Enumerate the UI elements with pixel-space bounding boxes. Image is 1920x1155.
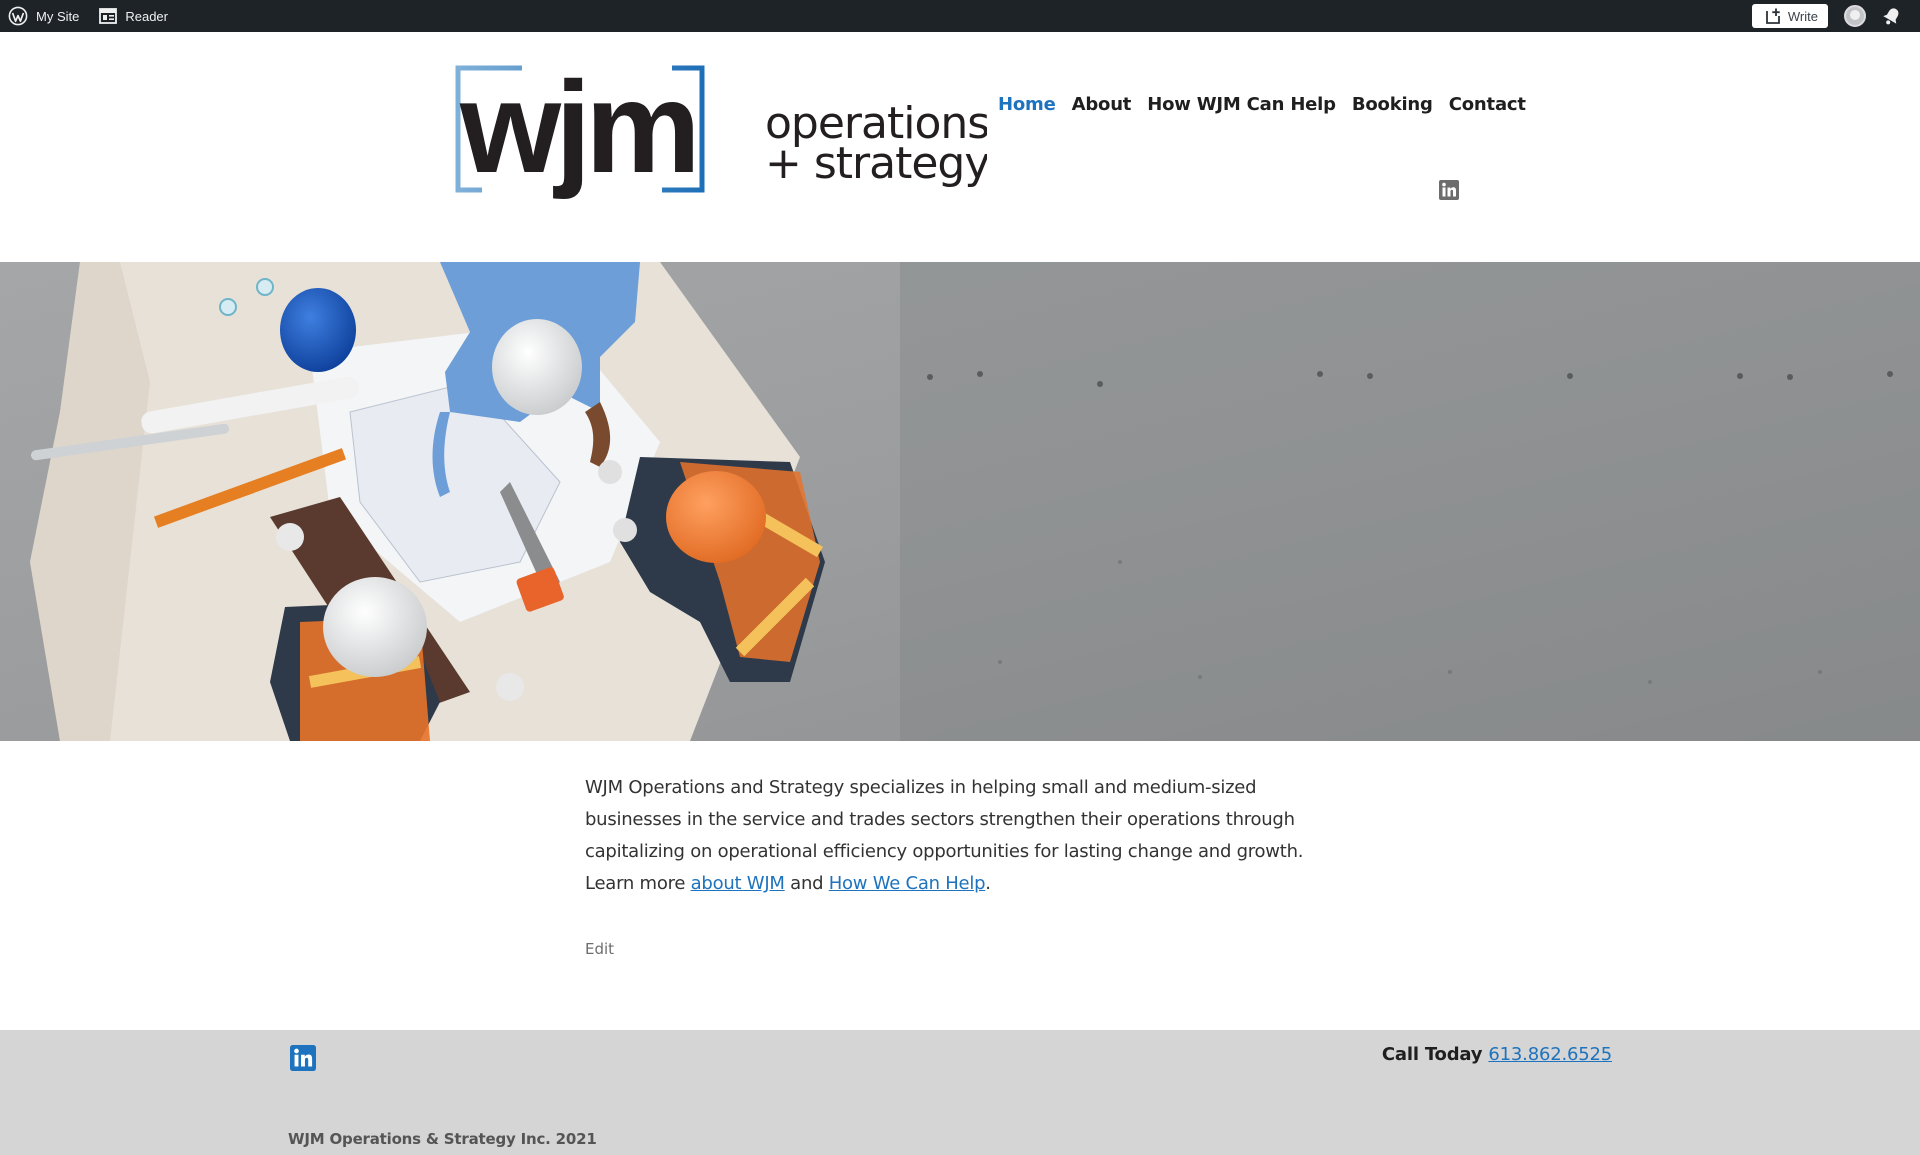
admin-bar-left: My Site Reader <box>8 0 168 32</box>
call-label: Call Today <box>1381 1044 1483 1065</box>
nav-how-wjm-can-help[interactable]: How WJM Can Help <box>1147 94 1336 115</box>
copyright: WJM Operations & Strategy Inc. 2021 <box>288 1130 597 1148</box>
admin-bar-right: Write <box>1751 0 1902 32</box>
write-icon <box>1765 8 1780 24</box>
nav-home[interactable]: Home <box>998 94 1056 115</box>
reader-label: Reader <box>125 8 168 24</box>
site-logo[interactable]: wjm operations + strategy <box>452 60 987 210</box>
write-button[interactable]: Write <box>1751 4 1828 28</box>
admin-bar: My Site Reader Write <box>0 0 1920 32</box>
about-wjm-link[interactable]: about WJM <box>691 873 785 894</box>
notifications-icon[interactable] <box>1882 6 1902 26</box>
reader-button[interactable]: Reader <box>99 8 168 24</box>
site-footer: Call Today 613.862.6525 WJM Operations &… <box>0 1030 1920 1155</box>
nav-booking[interactable]: Booking <box>1352 94 1433 115</box>
hero-image <box>0 262 1920 741</box>
logo-line-strategy: + strategy <box>765 138 987 189</box>
reader-icon <box>99 8 118 24</box>
intro-paragraph: WJM Operations and Strategy specializes … <box>585 772 1345 900</box>
main-content: WJM Operations and Strategy specializes … <box>585 772 1345 900</box>
main-navigation: Home About How WJM Can Help Booking Cont… <box>998 94 1526 115</box>
logo-wordmark: wjm <box>459 60 695 200</box>
nav-about[interactable]: About <box>1072 94 1132 115</box>
nav-contact[interactable]: Contact <box>1449 94 1526 115</box>
how-we-can-help-link[interactable]: How We Can Help <box>829 873 986 894</box>
phone-link[interactable]: 613.862.6525 <box>1488 1044 1612 1065</box>
user-avatar[interactable] <box>1844 5 1866 27</box>
call-today: Call Today 613.862.6525 <box>1382 1044 1612 1065</box>
my-site-label: My Site <box>36 8 80 24</box>
site-header: wjm operations + strategy Home About How… <box>0 32 1920 262</box>
my-site-button[interactable]: My Site <box>8 6 79 26</box>
edit-link[interactable]: Edit <box>585 940 614 958</box>
write-label: Write <box>1787 8 1818 24</box>
and-text: and <box>784 873 829 894</box>
end-text: . <box>985 873 991 894</box>
wordpress-icon <box>8 6 28 26</box>
linkedin-icon[interactable] <box>1439 180 1459 200</box>
linkedin-icon[interactable] <box>290 1045 316 1071</box>
